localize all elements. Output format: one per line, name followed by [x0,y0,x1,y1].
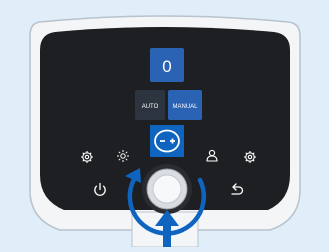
display-value: 0 [162,57,171,76]
device-illustration: 0 AUTO MANUAL [0,0,329,248]
device-svg: 0 AUTO MANUAL [0,0,329,248]
manual-label: MANUAL [172,104,198,110]
auto-label: AUTO [142,104,159,110]
rotary-knob[interactable] [142,164,192,214]
